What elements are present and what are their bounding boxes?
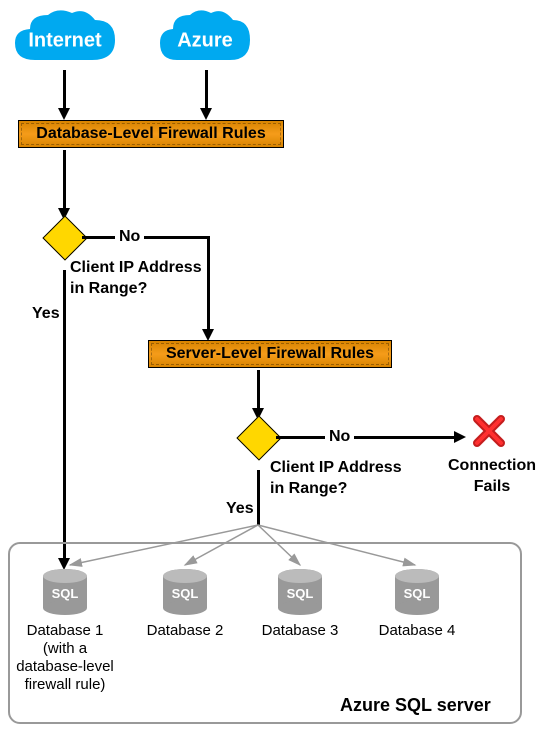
svg-text:SQL: SQL [172,586,199,601]
azure-label: Azure [177,30,233,53]
decision-diamond [236,415,281,460]
arrow-line [63,150,66,210]
arrow-head-icon [454,431,466,443]
arrow-line [205,70,208,110]
arrow-line [257,470,260,525]
decision-diamond [42,215,87,260]
arrow-line [63,270,66,560]
sql-text: SQL [52,586,79,601]
yes-label: Yes [226,500,254,518]
svg-text:SQL: SQL [404,586,431,601]
arrow-line [257,370,260,410]
server-title: Azure SQL server [340,695,491,716]
arrow-line [82,236,210,239]
arrow-line [63,70,66,110]
yes-label: Yes [32,305,60,323]
database-icon: SQL [275,568,325,623]
internet-label: Internet [28,30,101,53]
arrow-line [207,236,210,331]
azure-cloud: Azure [155,5,255,77]
decision-question: Client IP Address in Range? [70,258,202,300]
server-firewall-label: Server-Level Firewall Rules [166,345,374,362]
no-label: No [115,228,144,246]
db4-label: Database 4 [362,622,472,640]
fail-label: Connection Fails [448,456,536,498]
arrow-head-icon [58,108,70,120]
db-firewall-box: Database-Level Firewall Rules [18,120,284,148]
svg-text:SQL: SQL [287,586,314,601]
db-firewall-label: Database-Level Firewall Rules [36,125,265,142]
fail-x-icon [472,414,506,457]
db2-label: Database 2 [130,622,240,640]
server-firewall-box: Server-Level Firewall Rules [148,340,392,368]
arrow-head-icon [200,108,212,120]
db1-label: Database 1 (with a database-level firewa… [10,622,120,694]
decision-question: Client IP Address in Range? [270,458,402,500]
db3-label: Database 3 [245,622,355,640]
internet-cloud: Internet [10,5,120,77]
arrow-line [276,436,456,439]
database-icon: SQL [40,568,90,623]
database-icon: SQL [160,568,210,623]
database-icon: SQL [392,568,442,623]
no-label: No [325,428,354,446]
